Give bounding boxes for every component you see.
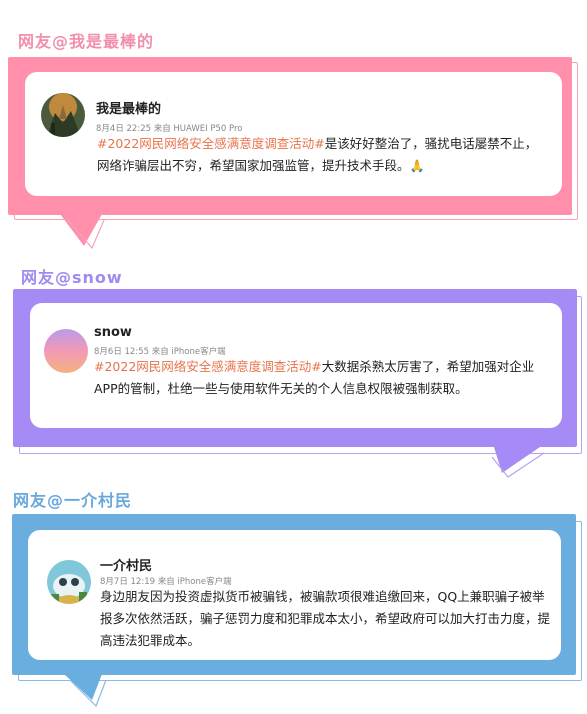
post-text: #2022网民网络安全感满意度调查活动#是该好好整治了，骚扰电话屡禁不止，网络诈… [97, 133, 543, 177]
user-name[interactable]: 一介村民 [100, 555, 152, 574]
avatar[interactable] [47, 560, 91, 604]
bubble-tail [60, 214, 105, 250]
user-name[interactable]: snow [94, 325, 132, 340]
bubble-tail [492, 447, 545, 478]
avatar[interactable] [44, 329, 88, 373]
hashtag-link[interactable]: #2022网民网络安全感满意度调查活动# [97, 136, 325, 151]
pray-emoji-icon: 🙏 [409, 159, 425, 173]
post-text: 身边朋友因为投资虚拟货币被骗钱，被骗款项很难追缴回来，QQ上兼职骗子被举报多次依… [100, 586, 550, 652]
page: 网友@我是最棒的 我是最棒的 8月4日 22:25 来自 HUAWEI P50 … [0, 0, 587, 714]
post-text: #2022网民网络安全感满意度调查活动#大数据杀熟太厉害了，希望加强对企业APP… [94, 356, 546, 400]
post-card: 一介村民 8月7日 12:19 来自 iPhone客户端 身边朋友因为投资虚拟货… [28, 530, 561, 660]
post-card: 我是最棒的 8月4日 22:25 来自 HUAWEI P50 Pro #2022… [25, 72, 562, 196]
post-heading: 网友@snow [21, 268, 123, 287]
post-heading: 网友@一介村民 [13, 491, 133, 510]
bubble-tail [64, 674, 107, 708]
post-heading: 网友@我是最棒的 [18, 32, 155, 51]
hashtag-link[interactable]: #2022网民网络安全感满意度调查活动# [94, 359, 322, 374]
post-body: 身边朋友因为投资虚拟货币被骗钱，被骗款项很难追缴回来，QQ上兼职骗子被举报多次依… [100, 589, 551, 648]
post-card: snow 8月6日 12:55 来自 iPhone客户端 #2022网民网络安全… [30, 303, 562, 428]
avatar[interactable] [41, 93, 85, 137]
user-name[interactable]: 我是最棒的 [96, 98, 161, 117]
